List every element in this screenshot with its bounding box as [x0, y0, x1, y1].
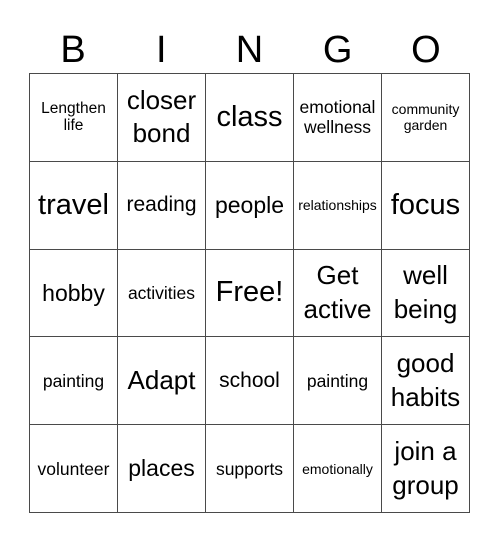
bingo-cell[interactable]: people [206, 161, 294, 250]
bingo-cell[interactable]: join a group [382, 425, 470, 513]
bingo-board: Lengthen life closer bond class emotiona… [29, 73, 470, 513]
bingo-cell[interactable]: good habits [382, 337, 470, 426]
bingo-cell[interactable]: travel [30, 161, 118, 250]
bingo-cell[interactable]: Get active [294, 249, 382, 338]
bingo-cell[interactable]: relationships [294, 161, 382, 250]
bingo-cell[interactable]: well being [382, 249, 470, 338]
bingo-cell[interactable]: reading [118, 161, 206, 250]
header-letter-n: N [235, 29, 264, 71]
header-letter-o: O [411, 29, 441, 71]
bingo-cell[interactable]: community garden [382, 74, 470, 162]
bingo-cell[interactable]: supports [206, 425, 294, 513]
bingo-cell[interactable]: school [206, 337, 294, 426]
bingo-cell[interactable]: Lengthen life [30, 74, 118, 162]
bingo-cell-free-space[interactable]: Free! [206, 249, 294, 338]
header-letter-i: I [156, 29, 167, 71]
header-letter-b: B [60, 29, 86, 71]
bingo-cell[interactable]: volunteer [30, 425, 118, 513]
bingo-cell[interactable]: places [118, 425, 206, 513]
bingo-cell[interactable]: Adapt [118, 337, 206, 426]
header-letter-g: G [322, 29, 353, 71]
bingo-cell[interactable]: emotionally [294, 425, 382, 513]
bingo-header: B I N G O [29, 28, 470, 72]
bingo-cell[interactable]: closer bond [118, 74, 206, 162]
bingo-cell[interactable]: painting [30, 337, 118, 426]
bingo-cell[interactable]: focus [382, 161, 470, 250]
bingo-cell[interactable]: hobby [30, 249, 118, 338]
bingo-cell[interactable]: class [206, 74, 294, 162]
bingo-cell[interactable]: activities [118, 249, 206, 338]
bingo-cell[interactable]: emotional wellness [294, 74, 382, 162]
bingo-cell[interactable]: painting [294, 337, 382, 426]
